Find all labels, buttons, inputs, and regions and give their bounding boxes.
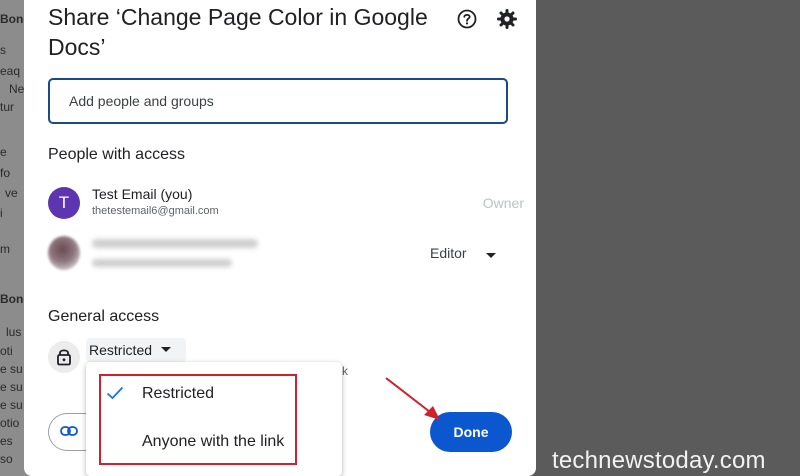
watermark: technewstoday.com <box>552 447 766 474</box>
dialog-title: Share ‘Change Page Color in Google Docs’ <box>48 4 428 60</box>
doc-text: e su <box>0 398 23 412</box>
menu-item-restricted[interactable]: Restricted <box>86 374 342 414</box>
role-dropdown[interactable]: Editor <box>430 245 467 261</box>
doc-text: eaq <box>0 64 21 78</box>
doc-text: tur <box>0 100 15 114</box>
menu-item-label: Anyone with the link <box>142 433 285 450</box>
add-people-input[interactable]: Add people and groups <box>48 78 508 124</box>
doc-text: es <box>0 434 13 448</box>
gear-icon[interactable] <box>496 8 518 30</box>
doc-text: ve <box>5 186 18 200</box>
role-label: Owner <box>482 195 524 211</box>
blurred-email <box>92 259 232 267</box>
chevron-down-icon <box>160 341 172 359</box>
doc-text: e <box>0 145 7 159</box>
general-access-select[interactable]: Restricted <box>86 338 186 362</box>
doc-text: e su <box>0 380 23 394</box>
general-access-value: Restricted <box>89 342 153 358</box>
help-circle-icon[interactable] <box>456 8 478 30</box>
person-email: thetestemail6@gmail.com <box>92 205 219 217</box>
lock-icon <box>48 341 80 373</box>
done-button[interactable]: Done <box>430 412 512 452</box>
people-with-access-heading: People with access <box>48 146 185 163</box>
menu-item-anyone-with-link[interactable]: Anyone with the link <box>86 422 342 462</box>
doc-text: s <box>0 43 6 57</box>
menu-item-label: Restricted <box>142 385 215 402</box>
doc-text: Ne <box>9 82 25 96</box>
avatar <box>48 236 80 270</box>
doc-text: oti <box>0 344 13 358</box>
doc-text: e su <box>0 362 23 376</box>
doc-text: otio <box>0 416 20 430</box>
check-icon <box>106 386 124 405</box>
copy-link-button[interactable] <box>48 413 88 451</box>
general-access-description: k <box>342 364 348 378</box>
doc-text: so <box>0 452 13 466</box>
doc-text: i <box>0 206 3 220</box>
person-row: Editor <box>48 234 518 274</box>
doc-text: m <box>0 242 10 256</box>
general-access-menu: Restricted Anyone with the link <box>86 362 342 476</box>
general-access-heading: General access <box>48 308 160 325</box>
avatar: T <box>48 187 80 219</box>
blurred-name <box>92 239 258 248</box>
doc-text: fo <box>0 166 11 180</box>
link-icon <box>59 423 78 441</box>
person-name: Test Email (you) <box>92 186 193 202</box>
doc-text: lus <box>6 325 22 339</box>
person-row: T Test Email (you) thetestemail6@gmail.c… <box>48 185 524 225</box>
chevron-down-icon[interactable] <box>484 248 498 258</box>
